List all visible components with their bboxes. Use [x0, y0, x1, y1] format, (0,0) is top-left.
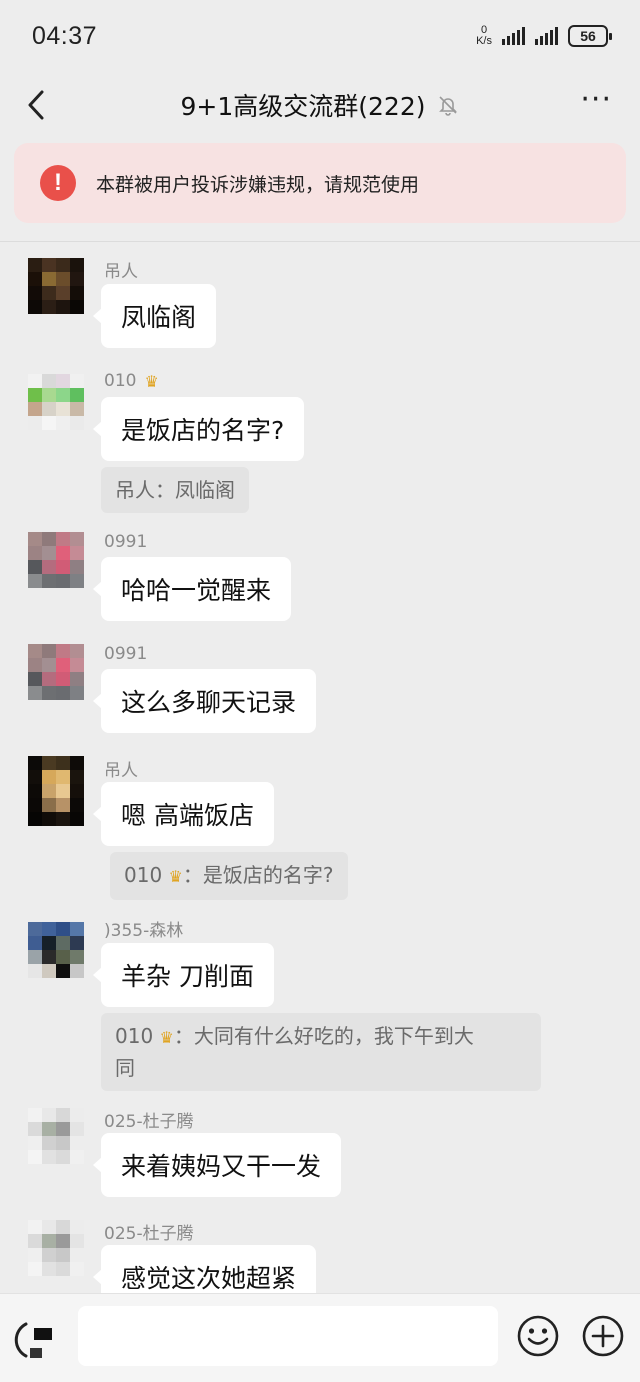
battery-level: 56	[580, 28, 596, 44]
quoted-message[interactable]: 吊人：凤临阁	[101, 467, 249, 513]
sender-name: 025-杜子腾	[104, 1107, 194, 1132]
message-input[interactable]	[78, 1306, 498, 1366]
sender-name: 025-杜子腾	[104, 1219, 194, 1244]
signal-icon	[535, 27, 558, 45]
divider	[0, 241, 640, 242]
status-time: 04:37	[32, 21, 98, 50]
sender-name-text: 025-杜子腾	[104, 1112, 194, 1132]
violation-notice[interactable]: ! 本群被用户投诉涉嫌违规，请规范使用	[14, 143, 626, 223]
sender-name: )355-森林	[104, 916, 183, 941]
plus-icon[interactable]	[581, 1314, 625, 1358]
sender-name-text: 吊人	[104, 761, 138, 781]
net-speed: 0 K/s	[476, 25, 492, 47]
chevron-left-icon[interactable]	[22, 88, 52, 122]
avatar[interactable]	[28, 1108, 84, 1164]
input-bar	[0, 1293, 640, 1382]
avatar[interactable]	[28, 532, 84, 588]
crown-icon: ♛	[144, 371, 159, 391]
sender-name-text: 0991	[104, 644, 148, 664]
avatar[interactable]	[28, 756, 84, 826]
sender-name-text: 010	[104, 371, 137, 391]
message-bubble[interactable]: 这么多聊天记录	[92, 669, 317, 733]
quote-sender: 010	[124, 863, 163, 887]
battery-icon: 56	[568, 25, 612, 47]
quote-text-continued: 同	[115, 1056, 135, 1080]
status-bar: 04:37 0 K/s 56	[0, 0, 640, 72]
sender-name: 0991	[104, 532, 147, 552]
message-bubble[interactable]: 哈哈一觉醒来	[92, 557, 292, 621]
quote-sender: 010	[115, 1024, 154, 1048]
status-indicators: 0 K/s 56	[476, 25, 612, 47]
quote-text: ：是饭店的名字?	[182, 863, 334, 887]
avatar[interactable]	[28, 644, 84, 700]
signal-icon	[502, 27, 525, 45]
quoted-message[interactable]: 010 ♛：大同有什么好吃的，我下午到大 同	[101, 1013, 541, 1091]
crown-icon: ♛	[168, 867, 183, 886]
chat-title[interactable]: 9+1高级交流群(222)	[181, 87, 426, 123]
chat-header: 9+1高级交流群(222) ···	[0, 72, 640, 138]
net-speed-unit: K/s	[476, 35, 492, 47]
quote-text: ：大同有什么好吃的，我下午到大	[173, 1024, 474, 1048]
sender-name-text: )355-森林	[104, 921, 184, 941]
sender-name-text: 吊人	[104, 262, 138, 282]
message-bubble[interactable]: 嗯 高端饭店	[93, 782, 274, 846]
sender-name-text: 025-杜子腾	[104, 1224, 194, 1244]
sender-name: 0991	[104, 644, 147, 664]
emoji-icon[interactable]	[516, 1314, 560, 1358]
more-button[interactable]: ···	[580, 85, 612, 115]
message-bubble[interactable]: 凤临阁	[92, 284, 217, 348]
avatar[interactable]	[28, 922, 84, 978]
sender-name-text: 0991	[104, 532, 148, 552]
message-bubble[interactable]: 是饭店的名字?	[92, 397, 305, 461]
avatar[interactable]	[28, 258, 84, 314]
quoted-message[interactable]: 010 ♛：是饭店的名字?	[110, 852, 348, 900]
alert-icon: !	[40, 165, 76, 201]
sender-name: 010 ♛	[104, 371, 159, 391]
message-bubble[interactable]: 来着姨妈又干一发	[92, 1133, 342, 1197]
bell-off-icon	[439, 96, 458, 116]
sender-name: 吊人	[104, 756, 138, 781]
avatar[interactable]	[28, 374, 84, 430]
message-bubble[interactable]: 羊杂 刀削面	[93, 943, 274, 1007]
sender-name: 吊人	[104, 257, 138, 282]
voice-icon[interactable]	[14, 1318, 58, 1362]
notice-text: 本群被用户投诉涉嫌违规，请规范使用	[96, 173, 420, 196]
avatar[interactable]	[28, 1220, 84, 1276]
crown-icon: ♛	[159, 1028, 174, 1047]
